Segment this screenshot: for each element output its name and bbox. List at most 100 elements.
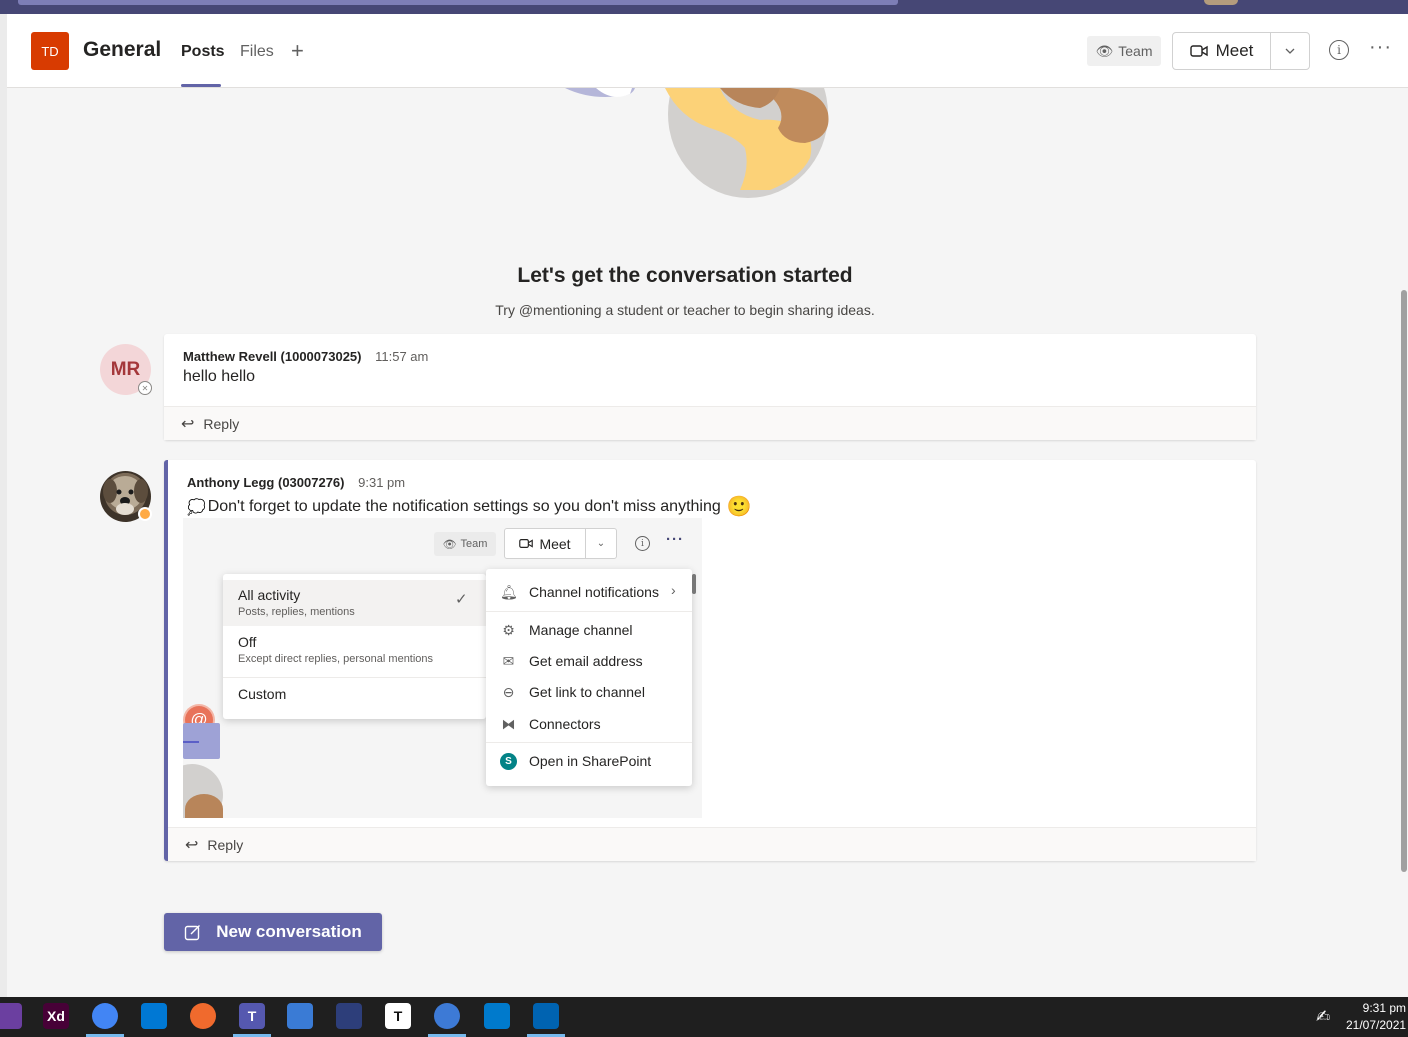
option-off: Off Except direct replies, personal ment… [223,629,486,675]
chevron-right-icon: › [671,582,676,598]
clock-time: 9:31 pm [1362,1001,1406,1015]
option-title: Custom [238,686,287,702]
checkmark-icon: ✓ [455,591,468,608]
connector-icon: ⧓ [501,715,516,732]
app-icon[interactable] [141,1003,167,1029]
affinity-icon[interactable] [0,1003,22,1029]
embed-meet-button: Meet ⌄ [504,528,617,559]
conversation-illustration [565,88,829,198]
post-meta: Matthew Revell (1000073025) 11:57 am [183,349,1237,364]
embed-team-label: Team [460,538,488,550]
post-card: Anthony Legg (03007276) 9:31 pm 💭 Don't … [164,460,1256,861]
more-icon: ··· [666,531,684,548]
post-text-row: 💭 Don't forget to update the notificatio… [187,494,1237,519]
team-label: Team [1118,43,1153,59]
option-subtitle: Except direct replies, personal mentions [238,653,434,665]
reply-icon: ↩ [185,836,199,854]
embed-illustration-hair [185,794,223,818]
menu-item-label: Get link to channel [529,684,645,700]
pen-icon[interactable]: ✍ [1316,1007,1330,1027]
sharepoint-icon: S [500,752,517,770]
plus-icon[interactable]: + [291,38,304,64]
menu-item-open-sharepoint: S Open in SharePoint [500,750,651,772]
channel-title: General [83,38,162,61]
mail-icon: ✉ [502,652,515,669]
taskbar-clock[interactable]: 9:31 pm 21/07/2021 [1346,1000,1406,1034]
option-title: All activity [238,587,301,603]
reply-button[interactable]: ↩ Reply [164,406,1256,440]
option-title: Off [238,634,257,650]
tab-files[interactable]: Files [240,43,274,61]
menu-item-label: Get email address [529,653,643,669]
vscode-icon[interactable] [484,1003,510,1029]
menu-item-label: Manage channel [529,622,633,638]
speech-bubble-icon: 💭 [187,498,206,516]
post-meta: Anthony Legg (03007276) 9:31 pm [187,475,1237,490]
new-conversation-button[interactable]: New conversation [164,913,382,951]
more-icon[interactable]: ··· [1369,36,1392,59]
team-visibility-badge: 👁 Team [1087,36,1161,66]
divider [486,742,692,743]
embed-team-badge: 👁 Team [434,532,496,556]
scrollbar-thumb[interactable] [1401,290,1407,872]
meet-button-group: Meet [1172,32,1310,70]
menu-scrollbar [692,574,696,594]
post-time: 11:57 am [375,349,429,364]
reply-button[interactable]: ↩ Reply [168,827,1256,861]
tab-posts[interactable]: Posts [181,43,225,61]
search-bar[interactable] [18,0,898,5]
title-bar [0,0,1408,14]
clock-date: 21/07/2021 [1346,1018,1407,1032]
menu-item-email-address: ✉ Get email address [500,650,643,672]
reply-label: Reply [207,836,244,853]
meet-button[interactable]: Meet [1173,33,1271,69]
info-icon: i [635,536,650,551]
team-avatar[interactable]: TD [31,32,69,70]
menu-item-manage-channel: ⚙ Manage channel [500,619,633,641]
teams-icon[interactable]: T [239,1003,265,1029]
photos-icon[interactable] [533,1003,559,1029]
active-tab-indicator [181,84,221,87]
gear-icon: ⚙ [502,621,515,638]
menu-item-label: Open in SharePoint [529,753,652,769]
typora-icon[interactable]: T [385,1003,411,1029]
menu-item-channel-notifications: 🔔︎ Channel notifications [500,581,659,603]
option-custom: Custom [223,686,486,710]
chevron-down-icon[interactable] [1271,33,1309,69]
embedded-screenshot[interactable]: 👁 Team Meet ⌄ i ··· @ All activity Posts… [183,518,702,818]
clapper-icon[interactable] [336,1003,362,1029]
compose-icon [185,925,201,941]
video-camera-icon [519,539,534,548]
smile-emoji-icon: 🙂 [726,496,752,518]
chrome-icon[interactable] [92,1003,118,1029]
profile-avatar[interactable] [1204,0,1238,5]
firefox-icon[interactable] [434,1003,460,1029]
video-camera-icon [1189,45,1208,57]
network-icon[interactable] [287,1003,313,1029]
divider [486,611,692,612]
post-author[interactable]: Anthony Legg (03007276) [187,475,345,490]
option-all-activity: All activity Posts, replies, mentions ✓ [223,580,486,626]
eye-icon: 👁 [1095,42,1114,59]
post-text: Don't forget to update the notification … [207,497,721,515]
adobe-xd-icon[interactable]: Xd [43,1003,69,1029]
chevron-down-icon: ⌄ [596,538,606,549]
post-card: Matthew Revell (1000073025) 11:57 am hel… [164,334,1256,440]
empty-state-title: Let's get the conversation started [517,264,853,287]
menu-item-link-to-channel: ⊖ Get link to channel [500,681,645,703]
post-author[interactable]: Matthew Revell (1000073025) [183,349,361,364]
info-icon[interactable]: i [1329,40,1349,60]
option-subtitle: Posts, replies, mentions [238,606,355,618]
empty-state-subtitle: Try @mentioning a student or teacher to … [495,302,875,318]
divider [223,677,486,678]
pen-app-icon[interactable] [190,1003,216,1029]
embed-illustration-line [183,741,199,743]
offline-status-icon: ✕ [138,381,152,395]
away-status-icon [138,507,152,521]
reply-icon: ↩ [181,415,195,433]
bell-icon: 🔔︎ [500,583,518,600]
post-time: 9:31 pm [358,475,406,490]
windows-taskbar: Xd T T ✍ 9:31 pm 21/07/2021 [0,997,1408,1037]
eye-icon: 👁 [442,538,457,551]
menu-item-label: Channel notifications [529,584,659,600]
